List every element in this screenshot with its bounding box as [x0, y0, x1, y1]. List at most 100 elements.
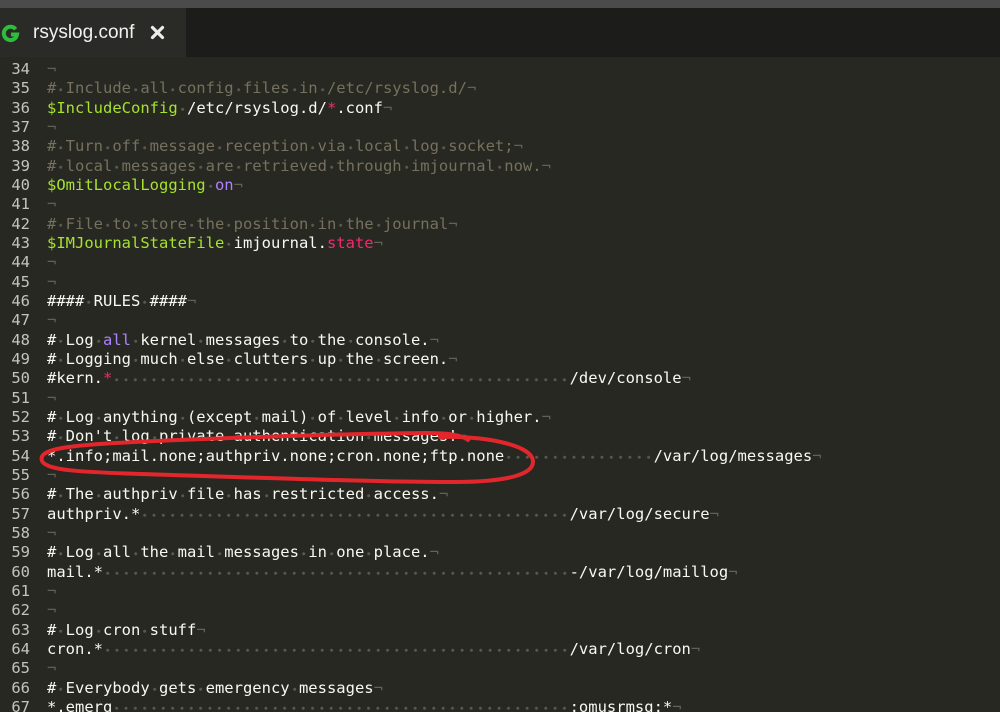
code-line[interactable]: ¬ — [47, 659, 1000, 678]
eol-marker: ¬ — [709, 504, 719, 523]
tab-title: rsyslog.conf — [33, 22, 135, 43]
eol-marker: ¬ — [47, 388, 57, 407]
code-token: # Include all config files in /etc/rsysl… — [47, 79, 467, 98]
line-number: 37 — [11, 117, 30, 136]
code-line[interactable]: cron.* /var/log/cron¬ — [47, 639, 1000, 660]
code-token: state — [326, 233, 374, 252]
code-line[interactable]: ¬ — [47, 524, 1000, 543]
code-token: *.emerg :omusrmsg:* — [47, 697, 673, 712]
code-line[interactable]: ¬ — [47, 311, 1000, 330]
line-number: 51 — [11, 388, 30, 407]
eol-marker: ¬ — [438, 485, 449, 504]
code-line[interactable]: $IncludeConfig /etc/rsyslog.d/*.conf¬ — [47, 98, 1000, 118]
code-line[interactable]: ¬ — [47, 582, 1000, 601]
eol-marker: ¬ — [448, 214, 458, 233]
line-number: 49 — [11, 349, 30, 368]
line-number: 55 — [11, 465, 30, 484]
code-line[interactable]: # File to store the position in the jour… — [47, 214, 1000, 234]
eol-marker: ¬ — [681, 369, 691, 388]
code-editor[interactable]: 34 35 36 37 38 39 40 41 42 43 44 45 46 47 48 49 50 51 52 53… — [0, 57, 1000, 712]
code-token: # File to store the position in the jour… — [47, 214, 449, 233]
code-token: *.info;mail.none;authpriv.none;cron.none… — [47, 446, 813, 465]
code-token: * — [326, 98, 337, 117]
line-number: 38 — [11, 137, 30, 156]
eol-marker: ¬ — [47, 60, 57, 78]
line-number: 46 — [11, 291, 30, 310]
line-number: 58 — [11, 523, 30, 542]
code-area[interactable]: ¬ # Include all config files in /etc/rsys… — [47, 60, 1000, 712]
eol-marker: ¬ — [812, 446, 822, 465]
code-line[interactable]: # Log anything (except mail) of level in… — [47, 407, 1000, 428]
code-token: # The authpriv file has restricted acces… — [47, 485, 439, 504]
eol-marker: ¬ — [373, 233, 383, 252]
line-number: 41 — [11, 195, 30, 214]
close-icon[interactable] — [150, 25, 165, 40]
code-line[interactable]: # The authpriv file has restricted acces… — [47, 485, 1000, 505]
line-number: 62 — [11, 601, 30, 620]
code-line[interactable]: $OmitLocalLogging on¬ — [47, 175, 1000, 196]
eol-marker: ¬ — [429, 330, 439, 349]
code-line[interactable]: authpriv.* /var/log/secure¬ — [47, 504, 1000, 524]
eol-marker: ¬ — [47, 311, 57, 330]
code-line[interactable]: *.emerg :omusrmsg:*¬ — [47, 697, 1000, 712]
line-number: 42 — [11, 214, 30, 233]
code-line[interactable]: ¬ — [47, 389, 1000, 408]
eol-marker: ¬ — [47, 523, 57, 542]
code-line[interactable]: #### RULES ####¬ — [47, 291, 1000, 312]
code-line[interactable]: ¬ — [47, 195, 1000, 214]
tab-rsyslog-conf[interactable]: rsyslog.conf — [0, 8, 186, 57]
code-line[interactable]: $IMJournalStateFile imjournal.state¬ — [47, 233, 1000, 254]
eol-marker: ¬ — [466, 79, 477, 98]
line-number: 64 — [11, 639, 30, 658]
code-token: on — [205, 175, 234, 194]
code-line[interactable]: # Don't log private authentication messa… — [47, 427, 1000, 447]
code-line[interactable]: ¬ — [47, 118, 1000, 137]
code-line[interactable]: # local messages are retrieved through i… — [47, 156, 1000, 176]
code-token: # Everybody gets emergency messages — [47, 678, 374, 697]
eol-marker: ¬ — [541, 407, 551, 426]
line-number: 47 — [11, 311, 30, 330]
code-line[interactable]: # Everybody gets emergency messages¬ — [47, 678, 1000, 698]
line-number: 35 — [11, 79, 30, 98]
line-number: 45 — [11, 272, 30, 291]
code-token: cron.* /var/log/cron — [47, 639, 691, 658]
code-line[interactable]: mail.* -/var/log/maillog¬ — [47, 562, 1000, 582]
green-g-file-icon — [1, 24, 20, 43]
line-number: 57 — [11, 504, 30, 523]
eol-marker: ¬ — [373, 678, 383, 697]
code-line[interactable]: *.info;mail.none;authpriv.none;cron.none… — [47, 446, 1000, 466]
line-number: 48 — [11, 330, 30, 349]
line-number: 66 — [11, 678, 30, 697]
code-token: .conf — [336, 98, 383, 117]
code-token: $IncludeConfig — [47, 98, 178, 117]
line-number: 39 — [11, 156, 30, 175]
eol-marker: ¬ — [429, 543, 439, 562]
code-line[interactable]: # Include all config files in /etc/rsysl… — [47, 79, 1000, 99]
code-line[interactable]: # Turn off message reception via local l… — [47, 137, 1000, 157]
eol-marker: ¬ — [47, 581, 57, 600]
code-line[interactable]: # Log all kernel messages to the console… — [47, 330, 1000, 350]
line-number: 34 — [11, 60, 30, 78]
code-line[interactable]: ¬ — [47, 60, 1000, 79]
code-line[interactable]: ¬ — [47, 601, 1000, 620]
code-line[interactable]: # Log all the mail messages in one place… — [47, 543, 1000, 563]
eol-marker: ¬ — [672, 697, 682, 712]
code-line[interactable]: ¬ — [47, 466, 1000, 485]
eol-marker: ¬ — [47, 195, 57, 214]
code-token: # Log anything (except mail) of level in… — [47, 407, 542, 426]
code-token: # Log cron stuff — [47, 620, 197, 639]
line-number: 40 — [11, 175, 30, 194]
code-token: # Don't log private authentication messa… — [47, 427, 458, 446]
code-line[interactable]: ¬ — [47, 273, 1000, 292]
code-line[interactable]: # Logging much else clutters up the scre… — [47, 349, 1000, 370]
code-line[interactable]: ¬ — [47, 253, 1000, 272]
line-number: 52 — [11, 407, 30, 426]
code-line[interactable]: # Log cron stuff¬ — [47, 620, 1000, 640]
eol-marker: ¬ — [47, 117, 57, 136]
eol-marker: ¬ — [457, 427, 467, 446]
code-line[interactable]: #kern.* /dev/console¬ — [47, 369, 1000, 389]
eol-marker: ¬ — [47, 659, 57, 678]
code-token: $OmitLocalLogging — [47, 175, 206, 194]
line-number: 36 — [11, 98, 30, 117]
line-number: 59 — [11, 543, 30, 562]
